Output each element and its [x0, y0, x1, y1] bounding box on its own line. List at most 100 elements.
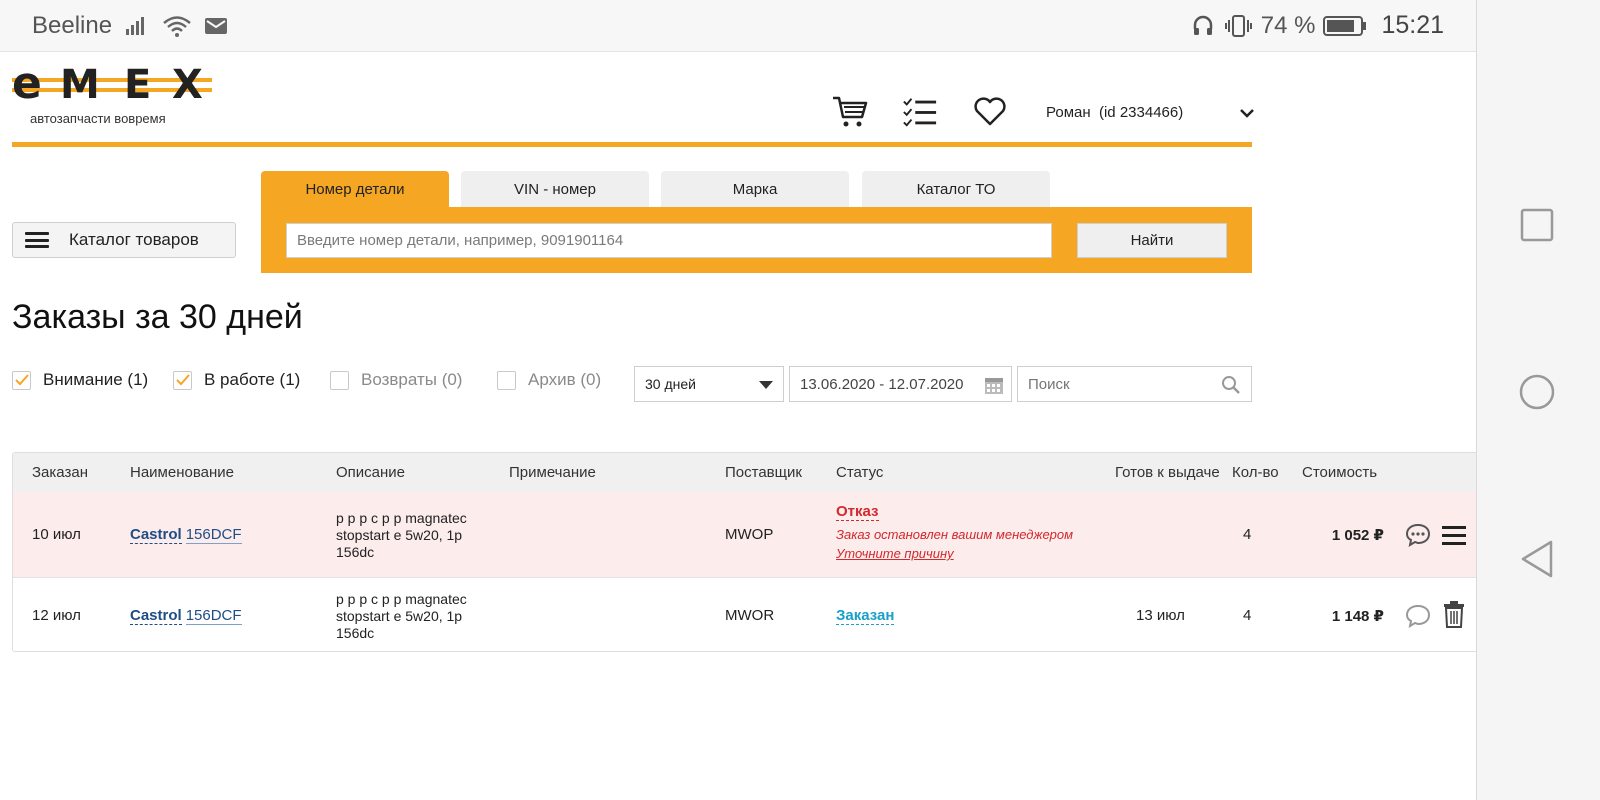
- battery-percent: 74 %: [1260, 11, 1316, 39]
- find-button[interactable]: Найти: [1077, 223, 1227, 258]
- menu-icon[interactable]: [1439, 520, 1469, 550]
- quantity: 4: [1243, 607, 1252, 624]
- vibrate-icon: [1223, 14, 1253, 38]
- caret-down-icon: [759, 381, 773, 389]
- orders-table: Заказан Наименование Описание Примечание…: [12, 452, 1476, 652]
- checkmark-icon: [14, 374, 29, 386]
- checkmark-icon: [175, 374, 190, 386]
- tab-vin[interactable]: VIN - номер: [461, 171, 649, 208]
- status-refused[interactable]: Отказ: [836, 503, 879, 521]
- status-badge: Отказ: [836, 503, 879, 521]
- catalog-button[interactable]: Каталог товаров: [12, 222, 236, 258]
- supplier: MWOR: [725, 607, 775, 624]
- ready-date: 13 июл: [1136, 607, 1185, 624]
- part-code-link[interactable]: 156DCF: [185, 607, 242, 625]
- column-header[interactable]: Примечание: [509, 464, 596, 481]
- filter-returns[interactable]: Возвраты (0): [330, 370, 462, 390]
- carrier-label: Beeline: [32, 11, 113, 39]
- screen: Beeline 74 % 15:21 e M E X автозапчасти …: [0, 0, 1600, 800]
- logo-tagline: автозапчасти вовремя: [30, 111, 166, 126]
- tab-service-catalog[interactable]: Каталог ТО: [862, 171, 1050, 208]
- date-range-field[interactable]: 13.06.2020 - 12.07.2020: [789, 366, 1012, 402]
- checkbox-checked[interactable]: [12, 370, 31, 390]
- price: 1 148 ₽: [1331, 608, 1384, 625]
- battery-icon: [1323, 15, 1367, 37]
- wifi-icon: [162, 14, 192, 38]
- date-range-value: 13.06.2020 - 12.07.2020: [800, 375, 964, 393]
- period-select[interactable]: 30 дней: [634, 366, 784, 402]
- tab-part-number[interactable]: Номер детали: [261, 171, 449, 208]
- heart-icon[interactable]: [972, 94, 1008, 130]
- status-note: Заказ остановлен вашим менеджером: [836, 527, 1074, 542]
- back-button[interactable]: [1505, 527, 1569, 591]
- column-header[interactable]: Описание: [336, 464, 405, 481]
- product-name: Castrol 156DCF: [130, 607, 242, 625]
- header-divider: [12, 142, 1252, 147]
- table-row: 10 июл Castrol 156DCF р р р с р р magnate…: [13, 492, 1476, 578]
- status-bar: Beeline 74 % 15:21: [0, 0, 1476, 52]
- column-header[interactable]: Наименование: [130, 464, 234, 481]
- filter-label: Внимание (1): [43, 370, 149, 389]
- column-header[interactable]: Заказан: [32, 464, 88, 481]
- description: р р р с р р magnatec stopstart e 5w20, 1…: [336, 591, 467, 641]
- clock: 15:21: [1381, 11, 1444, 39]
- svg-text:X: X: [172, 62, 203, 106]
- column-header[interactable]: Поставщик: [725, 464, 802, 481]
- calendar-icon[interactable]: [984, 375, 1004, 399]
- headphones-icon: [1191, 14, 1215, 38]
- user-id: (id 2334466): [1098, 104, 1184, 121]
- circle-icon: [1519, 374, 1555, 410]
- filter-attention[interactable]: Внимание (1): [12, 370, 148, 390]
- checkbox-unchecked[interactable]: [497, 370, 516, 390]
- orders-search[interactable]: [1017, 366, 1252, 402]
- filter-archive[interactable]: Архив (0): [497, 370, 601, 390]
- checkbox-checked[interactable]: [173, 370, 192, 390]
- brand-link[interactable]: Castrol: [130, 526, 182, 544]
- filter-label: Архив (0): [528, 370, 602, 389]
- menu-icon: [25, 232, 49, 248]
- order-list-icon[interactable]: [902, 94, 938, 130]
- supplier: MWOP: [725, 526, 774, 543]
- chevron-down-icon[interactable]: [1238, 104, 1256, 122]
- mail-icon: [204, 16, 228, 36]
- checkbox-unchecked[interactable]: [330, 370, 349, 390]
- svg-text:M: M: [60, 62, 100, 106]
- filter-label: Возвраты (0): [361, 370, 463, 389]
- clarify-reason-link[interactable]: Уточните причину: [836, 546, 954, 561]
- column-header[interactable]: Готов к выдаче: [1115, 464, 1220, 481]
- chat-bubble-icon[interactable]: [1403, 520, 1433, 550]
- status-ordered[interactable]: Заказан: [836, 607, 895, 625]
- column-header[interactable]: Кол-во: [1232, 464, 1279, 481]
- user-menu[interactable]: Роман (id 2334466): [1046, 104, 1183, 121]
- ordered-date: 10 июл: [32, 526, 81, 543]
- column-header[interactable]: Статус: [836, 464, 883, 481]
- navigation-bar: [1476, 0, 1600, 800]
- svg-text:e: e: [12, 62, 42, 106]
- price: 1 052 ₽: [1331, 527, 1384, 544]
- search-icon[interactable]: [1221, 375, 1241, 399]
- filter-label: В работе (1): [204, 370, 301, 389]
- home-button[interactable]: [1505, 360, 1569, 424]
- part-number-input[interactable]: [286, 223, 1052, 258]
- status-badge: Заказан: [836, 607, 895, 625]
- back-triangle-icon: [1521, 540, 1553, 578]
- period-select-value: 30 дней: [645, 376, 696, 392]
- comment-icon[interactable]: [1403, 601, 1433, 631]
- recent-apps-button[interactable]: [1505, 193, 1569, 257]
- cart-icon[interactable]: [832, 94, 868, 130]
- brand-link[interactable]: Castrol: [130, 607, 182, 625]
- tab-brand[interactable]: Марка: [661, 171, 849, 208]
- part-code-link[interactable]: 156DCF: [185, 526, 242, 544]
- svg-text:E: E: [124, 62, 151, 106]
- page-title: Заказы за 30 дней: [12, 298, 303, 336]
- ordered-date: 12 июл: [32, 607, 81, 624]
- filter-in-progress[interactable]: В работе (1): [173, 370, 300, 390]
- search-panel: Найти: [261, 207, 1252, 273]
- table-row: 12 июл Castrol 156DCF р р р с р р magnate…: [13, 579, 1476, 651]
- trash-icon[interactable]: [1439, 599, 1469, 629]
- quantity: 4: [1243, 526, 1252, 543]
- column-header[interactable]: Стоимость: [1302, 464, 1377, 481]
- signal-icon: [124, 15, 150, 37]
- table-header: Заказан Наименование Описание Примечание…: [13, 453, 1476, 492]
- orders-search-input[interactable]: [1028, 375, 1208, 393]
